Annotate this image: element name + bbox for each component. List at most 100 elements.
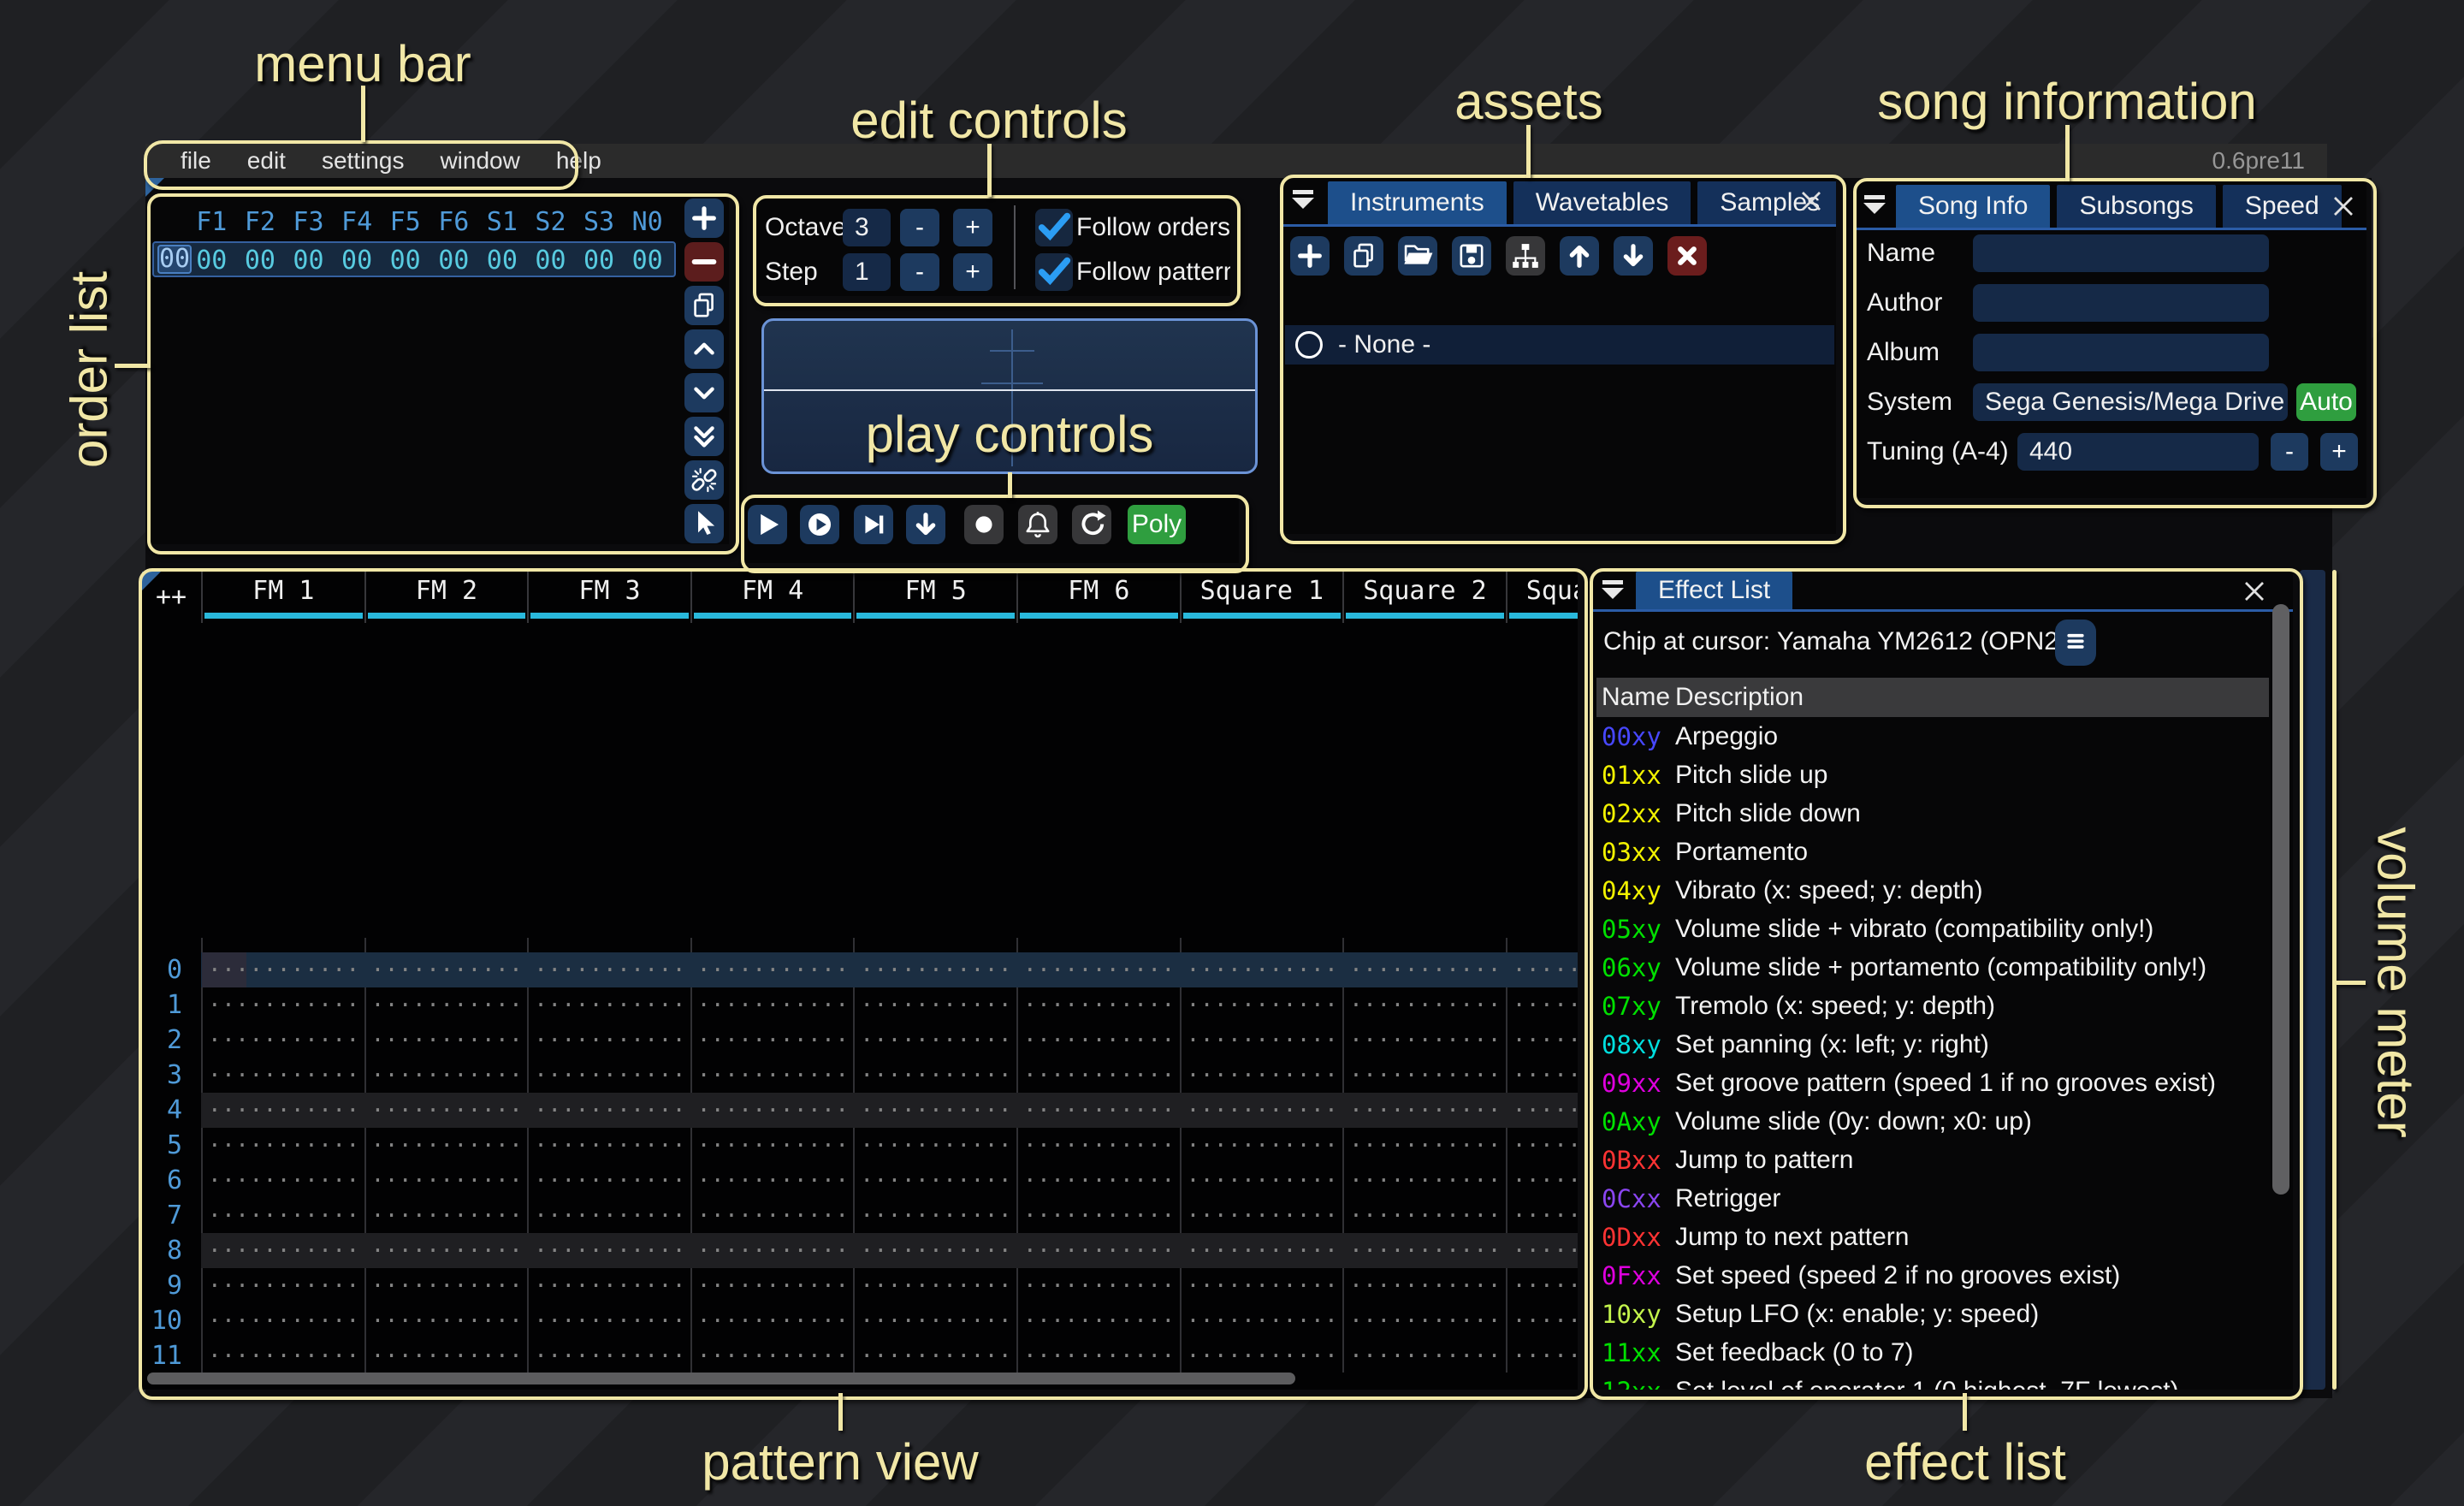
pattern-cell[interactable]: ···········: [364, 1063, 528, 1088]
order-duplicate-button[interactable]: [684, 286, 724, 325]
pattern-cell[interactable]: ···········: [853, 1308, 1016, 1334]
pattern-cell[interactable]: ···········: [1016, 958, 1180, 983]
record-button[interactable]: [964, 505, 1004, 544]
tab-instruments[interactable]: Instruments: [1328, 181, 1507, 224]
system-auto-button[interactable]: Auto: [2296, 383, 2356, 421]
tab-song-info[interactable]: Song Info: [1896, 185, 2050, 228]
step-input[interactable]: 1: [843, 253, 891, 291]
pattern-cell[interactable]: ···········: [690, 958, 854, 983]
pattern-cell[interactable]: ···········: [1342, 1168, 1506, 1194]
pattern-cell[interactable]: ···········: [1180, 993, 1343, 1018]
pattern-cell[interactable]: ···········: [1506, 1343, 1578, 1369]
pattern-cell[interactable]: ···········: [201, 1238, 364, 1264]
tab-wavetables[interactable]: Wavetables: [1513, 181, 1691, 224]
pattern-cell[interactable]: ···········: [201, 1308, 364, 1334]
pattern-cell[interactable]: ···········: [364, 1238, 528, 1264]
channel-header-fm-3[interactable]: FM 3: [527, 572, 690, 623]
pattern-cell[interactable]: ···········: [853, 1028, 1016, 1053]
pattern-cell[interactable]: ···········: [1506, 1168, 1578, 1194]
pattern-cell[interactable]: ···········: [364, 1343, 528, 1369]
pattern-row[interactable]: 9·······································…: [142, 1268, 1578, 1303]
pattern-row[interactable]: 5·······································…: [142, 1128, 1578, 1163]
close-icon[interactable]: [2242, 578, 2267, 608]
pattern-cell[interactable]: ···········: [1180, 958, 1343, 983]
pattern-cell[interactable]: ···········: [364, 1028, 528, 1053]
pattern-row[interactable]: 1·······································…: [142, 987, 1578, 1023]
pattern-cell[interactable]: ···········: [527, 958, 690, 983]
pattern-cell[interactable]: ···········: [527, 1273, 690, 1299]
channel-header-fm-6[interactable]: FM 6: [1016, 572, 1180, 623]
asset-delete-button[interactable]: [1667, 236, 1707, 276]
pattern-cell[interactable]: ···········: [853, 1168, 1016, 1194]
follow-orders-checkbox[interactable]: [1035, 209, 1073, 246]
pattern-cell[interactable]: ···········: [1342, 1203, 1506, 1229]
order-cell[interactable]: 00: [187, 246, 236, 276]
pattern-cell[interactable]: ···········: [690, 1273, 854, 1299]
pattern-cell[interactable]: ···········: [201, 1063, 364, 1088]
pattern-cell[interactable]: ···········: [527, 1238, 690, 1264]
pattern-cell[interactable]: ···········: [853, 1238, 1016, 1264]
pattern-cell[interactable]: ···········: [527, 993, 690, 1018]
channel-header-square-3[interactable]: Square 3: [1506, 572, 1578, 623]
poly-button[interactable]: Poly: [1128, 505, 1186, 544]
album-input[interactable]: [1973, 334, 2269, 371]
pattern-cell[interactable]: ···········: [690, 1203, 854, 1229]
pattern-cell[interactable]: ···········: [364, 1133, 528, 1159]
play-from-cursor-button[interactable]: [854, 505, 893, 544]
pattern-cell[interactable]: ···········: [853, 1098, 1016, 1124]
follow-pattern-checkbox[interactable]: [1035, 253, 1073, 291]
pattern-cell[interactable]: ···········: [1342, 1273, 1506, 1299]
channel-header-fm-1[interactable]: FM 1: [201, 572, 364, 623]
horizontal-scrollbar[interactable]: [147, 1373, 1295, 1384]
menu-item-window[interactable]: window: [422, 147, 537, 175]
pattern-cell[interactable]: ···········: [364, 1203, 528, 1229]
channel-header-square-2[interactable]: Square 2: [1342, 572, 1506, 623]
pattern-cell[interactable]: ···········: [1180, 1203, 1343, 1229]
pattern-cell[interactable]: ···········: [1016, 1203, 1180, 1229]
play-pattern-button[interactable]: [800, 505, 839, 544]
pattern-cell[interactable]: ···········: [1342, 1098, 1506, 1124]
pattern-cell[interactable]: ···········: [201, 1098, 364, 1124]
pattern-cell[interactable]: ···········: [1016, 1273, 1180, 1299]
pattern-cell[interactable]: ···········: [201, 1133, 364, 1159]
pattern-cell[interactable]: ···········: [201, 1028, 364, 1053]
pattern-cell[interactable]: ···········: [853, 1273, 1016, 1299]
pattern-cell[interactable]: ···········: [1506, 1098, 1578, 1124]
pattern-cell[interactable]: ···········: [364, 993, 528, 1018]
close-icon[interactable]: [2331, 193, 2356, 223]
window-menu-icon[interactable]: [1863, 195, 1886, 214]
step-plus-button[interactable]: +: [953, 253, 992, 291]
pattern-cell[interactable]: ···········: [1506, 958, 1578, 983]
pattern-cell[interactable]: ···········: [201, 1203, 364, 1229]
order-cell[interactable]: 00: [478, 246, 527, 276]
pattern-cell[interactable]: ···········: [1506, 1238, 1578, 1264]
pattern-cell[interactable]: ···········: [1016, 1063, 1180, 1088]
pattern-cell[interactable]: ···········: [853, 958, 1016, 983]
asset-move-down-button[interactable]: [1614, 236, 1653, 276]
pattern-cell[interactable]: ···········: [1016, 993, 1180, 1018]
channel-header-square-1[interactable]: Square 1: [1180, 572, 1343, 623]
order-cell[interactable]: 00: [284, 246, 333, 276]
window-menu-icon[interactable]: [1602, 580, 1624, 599]
pattern-cell[interactable]: ···········: [1506, 1203, 1578, 1229]
pattern-options-button[interactable]: ++: [156, 582, 187, 612]
asset-duplicate-button[interactable]: [1344, 236, 1383, 276]
pattern-cell[interactable]: ···········: [1506, 1028, 1578, 1053]
asset-move-up-button[interactable]: [1560, 236, 1599, 276]
pattern-cell[interactable]: ···········: [1180, 1098, 1343, 1124]
channel-header-fm-2[interactable]: FM 2: [364, 572, 528, 623]
pattern-cell[interactable]: ···········: [690, 1168, 854, 1194]
pattern-cell[interactable]: ···········: [690, 1308, 854, 1334]
pattern-cell[interactable]: ···········: [201, 1343, 364, 1369]
pattern-cell[interactable]: ···········: [1342, 1238, 1506, 1264]
asset-save-button[interactable]: [1452, 236, 1491, 276]
tab-effect-list[interactable]: Effect List: [1636, 572, 1792, 609]
pattern-cell[interactable]: ···········: [690, 1238, 854, 1264]
order-cell[interactable]: 00: [575, 246, 624, 276]
pattern-cell[interactable]: ···········: [690, 1133, 854, 1159]
order-edit-mode-button[interactable]: [684, 504, 724, 543]
pattern-cell[interactable]: ···········: [527, 1028, 690, 1053]
instrument-list-item[interactable]: - None -: [1285, 325, 1834, 365]
asset-tree-view-button[interactable]: [1506, 236, 1545, 276]
step-minus-button[interactable]: -: [900, 253, 939, 291]
